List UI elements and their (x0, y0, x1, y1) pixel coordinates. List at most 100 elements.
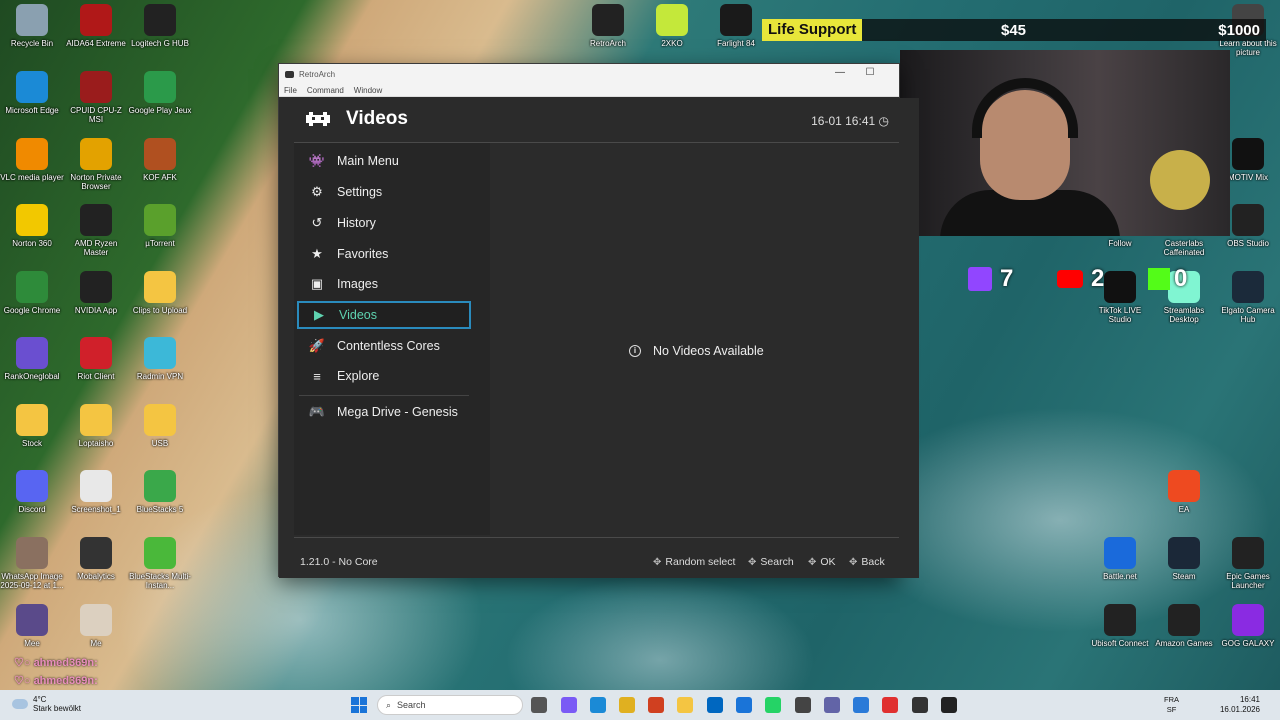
desktop-shortcut[interactable]: KOF AFK (128, 138, 192, 182)
search-button[interactable]: ✥ Search (748, 556, 794, 568)
maximize-button[interactable]: ☐ (855, 64, 885, 84)
sidebar-item-main-menu[interactable]: 👾 Main Menu (297, 147, 471, 175)
desktop-shortcut[interactable]: Radmin VPN (128, 337, 192, 381)
minimize-button[interactable]: — (825, 64, 855, 84)
desktop-shortcut[interactable]: BlueStacks Multi-Instan... (128, 537, 192, 590)
desktop-shortcut[interactable]: Mee (0, 604, 64, 648)
language-indicator[interactable]: FRA SF (1164, 695, 1179, 715)
desktop-shortcut[interactable]: 2XKO (640, 4, 704, 48)
taskbar-chrome-icon[interactable] (648, 697, 664, 713)
sidebar-item-mega-drive[interactable]: 🎮 Mega Drive - Genesis (297, 398, 471, 426)
taskbar-pin-icon[interactable] (795, 697, 811, 713)
taskbar-file-explorer-icon[interactable] (677, 697, 693, 713)
desktop-shortcut[interactable]: Google Play Jeux (128, 71, 192, 115)
desktop-shortcut-label: Loptaisho (78, 439, 114, 448)
sidebar-item-label: Explore (337, 369, 380, 383)
image-file-icon (80, 604, 112, 636)
window-titlebar[interactable]: RetroArch — ☐ (279, 64, 899, 84)
desktop-shortcut[interactable]: Norton 360 (0, 204, 64, 248)
desktop-shortcut[interactable]: CPUID CPU-Z MSI (64, 71, 128, 124)
desktop-shortcut[interactable]: Epic Games Launcher (1216, 537, 1280, 590)
desktop-shortcut[interactable]: Loptaisho (64, 404, 128, 448)
radmin-icon (144, 337, 176, 369)
sidebar-item-settings[interactable]: ⚙ Settings (297, 178, 471, 206)
desktop-shortcut[interactable]: Screenshot_1 (64, 470, 128, 514)
system-clock[interactable]: 16:41 16.01.2026 (1220, 695, 1260, 715)
taskbar-retroarch-icon[interactable] (941, 697, 957, 713)
desktop-shortcut[interactable]: RetroArch (576, 4, 640, 48)
desktop-shortcut[interactable]: USB (128, 404, 192, 448)
desktop-shortcut[interactable]: RankOneglobal (0, 337, 64, 381)
taskbar-mail-icon[interactable] (736, 697, 752, 713)
sidebar-item-favorites[interactable]: ★ Favorites (297, 240, 471, 268)
desktop-shortcut[interactable]: Farlight 84 (704, 4, 768, 48)
sidebar-item-videos[interactable]: ▶ Videos (297, 301, 471, 329)
desktop-shortcut-label: Mee (24, 639, 40, 648)
sidebar-item-label: Contentless Cores (337, 339, 440, 353)
start-button[interactable] (351, 697, 367, 713)
desktop-shortcut[interactable]: Battle.net (1088, 537, 1152, 581)
sidebar-item-history[interactable]: ↺ History (297, 209, 471, 237)
desktop-shortcut[interactable]: NVIDIA App (64, 271, 128, 315)
desktop-shortcut[interactable]: Discord (0, 470, 64, 514)
desktop-shortcut[interactable]: Riot Client (64, 337, 128, 381)
menu-file[interactable]: File (284, 86, 297, 95)
gamepad-dpad-icon: ✥ (808, 556, 817, 568)
desktop-shortcut-label: Epic Games Launcher (1226, 572, 1270, 590)
desktop-shortcut[interactable]: Logitech G HUB (128, 4, 192, 48)
desktop-shortcut[interactable]: BlueStacks 5 (128, 470, 192, 514)
desktop-shortcut[interactable]: Me (64, 604, 128, 648)
taskbar-cc-icon[interactable] (882, 697, 898, 713)
sidebar-item-images[interactable]: ▣ Images (297, 270, 471, 298)
contentless-cores-icon: 🚀 (308, 338, 326, 353)
desktop-shortcut[interactable]: Steam (1152, 537, 1216, 581)
desktop-shortcut[interactable]: Microsoft Edge (0, 71, 64, 115)
folder-icon (144, 271, 176, 303)
desktop-shortcut[interactable]: WhatsApp Image 2025-09-12 at 1... (0, 537, 64, 590)
back-button[interactable]: ✥ Back (849, 556, 885, 568)
taskbar-chrome-icon[interactable] (619, 697, 635, 713)
desktop-shortcut[interactable]: µTorrent (128, 204, 192, 248)
taskbar-task-view-icon[interactable] (531, 697, 547, 713)
desktop-shortcut[interactable]: AMD Ryzen Master (64, 204, 128, 257)
taskbar-date: 16.01.2026 (1219, 705, 1260, 714)
desktop-shortcut[interactable]: Stock (0, 404, 64, 448)
bluestacks-icon (144, 470, 176, 502)
taskbar-copilot-icon[interactable] (561, 697, 577, 713)
random-select-button[interactable]: ✥ Random select (653, 556, 735, 568)
desktop-shortcut[interactable]: Google Chrome (0, 271, 64, 315)
sidebar-item-contentless-cores[interactable]: 🚀 Contentless Cores (297, 332, 471, 360)
desktop-shortcut[interactable]: EA (1152, 470, 1216, 514)
taskbar-whatsapp-icon[interactable] (765, 697, 781, 713)
ubisoft-icon (1104, 604, 1136, 636)
folder-icon (80, 404, 112, 436)
desktop-shortcut[interactable]: Ubisoft Connect (1088, 604, 1152, 648)
taskbar-steam-icon[interactable] (912, 697, 928, 713)
desktop-shortcut-label: Streamlabs Desktop (1163, 306, 1205, 324)
taskbar-teams-icon[interactable] (824, 697, 840, 713)
farlight-icon (720, 4, 752, 36)
edge-icon (16, 71, 48, 103)
life-support-label: Life Support (762, 19, 863, 41)
desktop-shortcut[interactable]: Clips to Upload (128, 271, 192, 315)
desktop-shortcut[interactable]: Recycle Bin (0, 4, 64, 48)
desktop-shortcut[interactable]: VLC media player (0, 138, 64, 182)
taskbar-copilot-icon[interactable] (853, 697, 869, 713)
desktop-shortcut[interactable]: Amazon Games (1152, 604, 1216, 648)
taskbar-store-icon[interactable] (707, 697, 723, 713)
sidebar-item-label: Favorites (337, 247, 389, 261)
menu-command[interactable]: Command (307, 86, 344, 95)
desktop-shortcut[interactable]: GOG GALAXY (1216, 604, 1280, 648)
retroarch-icon (592, 4, 624, 36)
desktop-shortcut[interactable]: Norton Private Browser (64, 138, 128, 191)
desktop-shortcut[interactable]: AIDA64 Extreme (64, 4, 128, 48)
kof-icon (144, 138, 176, 170)
sidebar-item-explore[interactable]: ≡ Explore (297, 362, 471, 390)
menu-window[interactable]: Window (354, 86, 382, 95)
ok-button[interactable]: ✥ OK (808, 556, 836, 568)
desktop-shortcut[interactable]: Mobalytics (64, 537, 128, 581)
taskbar-edge-icon[interactable] (590, 697, 606, 713)
weather-widget[interactable]: 4°C Stark bewölkt (12, 695, 81, 713)
taskbar-search[interactable]: ⌕ Search (377, 695, 523, 715)
desktop-shortcut[interactable]: Elgato Camera Hub (1216, 271, 1280, 324)
